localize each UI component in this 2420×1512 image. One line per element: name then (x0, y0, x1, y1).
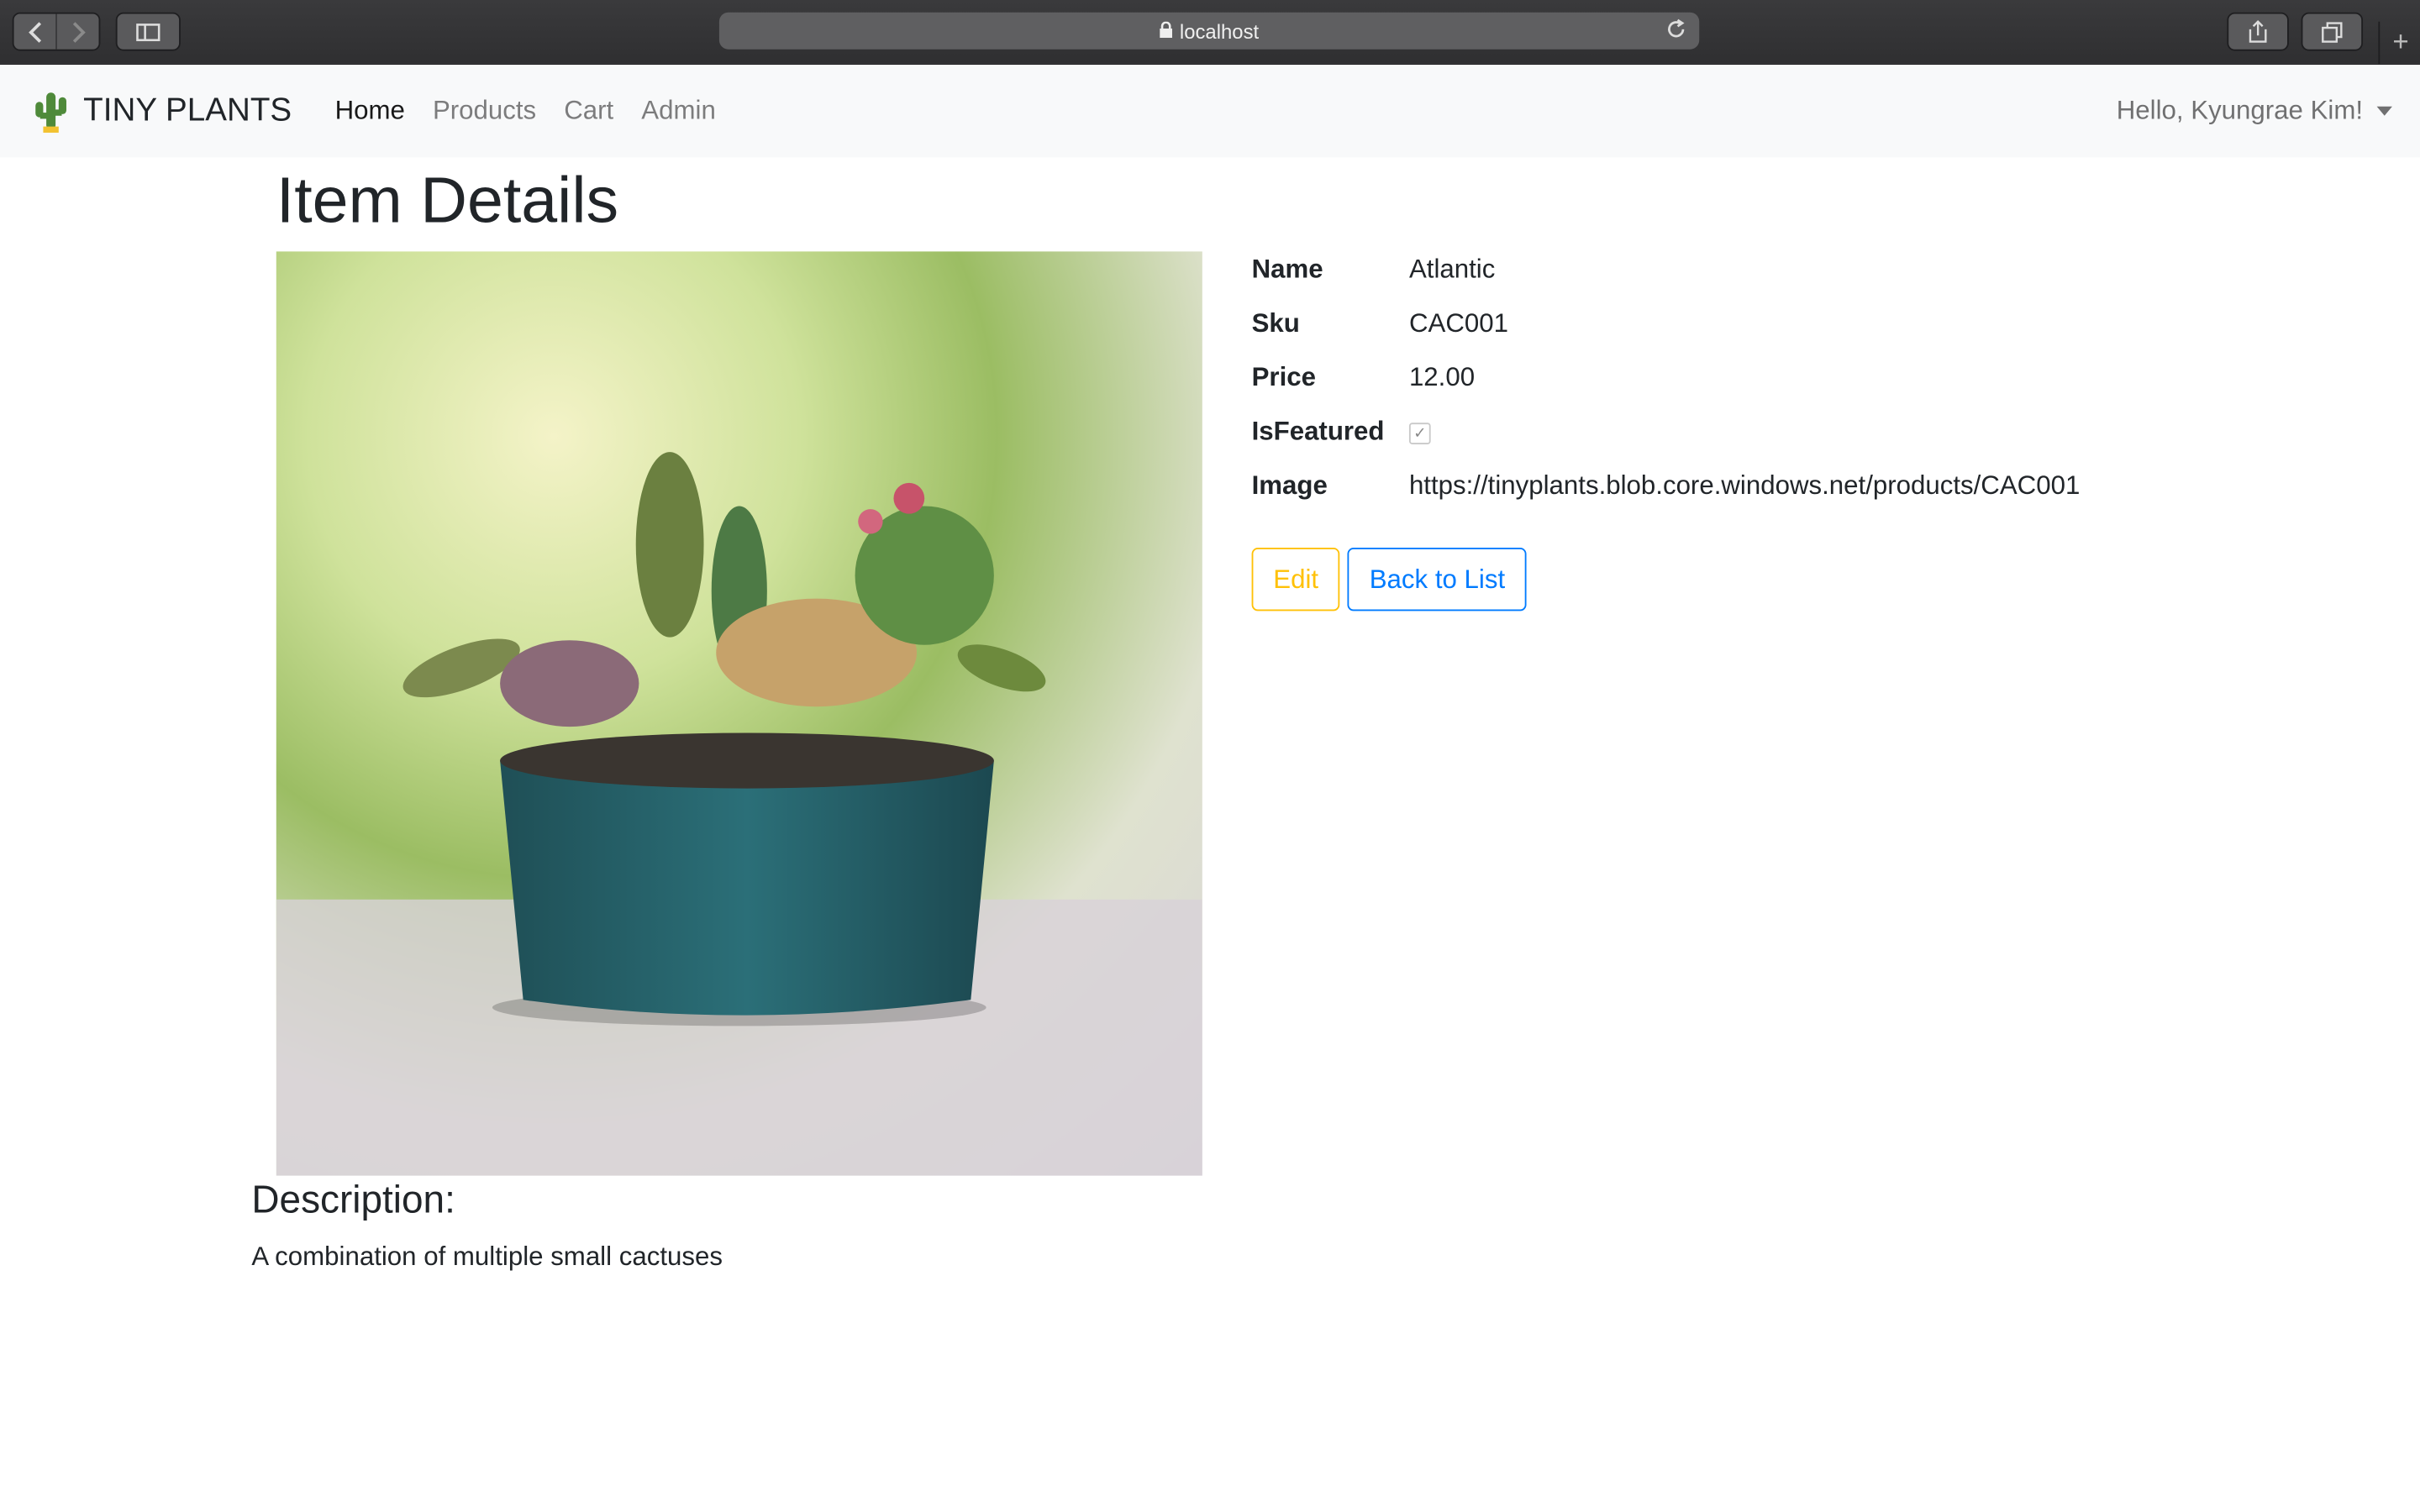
description-text: A combination of multiple small cactuses (251, 1242, 723, 1272)
product-image (276, 251, 1202, 1176)
nav-products[interactable]: Products (433, 96, 536, 127)
detail-row-sku: Sku CAC001 (1252, 308, 2081, 362)
label-sku: Sku (1251, 308, 1300, 339)
reload-icon[interactable] (1665, 18, 1687, 45)
tabs-overview-button[interactable] (2301, 12, 2364, 51)
detail-row-isfeatured: IsFeatured ✓ (1252, 417, 2081, 470)
label-image: Image (1251, 470, 1328, 501)
label-isfeatured: IsFeatured (1251, 416, 1385, 446)
value-price: 12.00 (1408, 362, 1476, 392)
app-navbar: TINY PLANTS Home Products Cart Admin Hel… (0, 65, 2420, 158)
brand[interactable]: TINY PLANTS (31, 90, 292, 133)
edit-button[interactable]: Edit (1251, 548, 1340, 612)
back-button[interactable] (13, 13, 56, 50)
value-image-url: https://tinyplants.blob.core.windows.net… (1408, 470, 2081, 501)
user-greeting: Hello, Kyungrae Kim! (2116, 95, 2364, 125)
nav-home[interactable]: Home (335, 96, 405, 127)
back-to-list-button[interactable]: Back to List (1348, 548, 1527, 612)
share-button[interactable] (2227, 12, 2289, 51)
description-heading: Description: (251, 1179, 455, 1222)
value-name: Atlantic (1408, 255, 1496, 284)
label-price: Price (1251, 362, 1316, 392)
detail-row-price: Price 12.00 (1252, 363, 2081, 417)
action-buttons: Edit Back to List (1251, 548, 1527, 612)
user-menu[interactable]: Hello, Kyungrae Kim! (2117, 96, 2392, 127)
new-tab-button[interactable]: + (2378, 21, 2420, 64)
sidebar-toggle-button[interactable] (115, 12, 181, 51)
forward-icon (71, 21, 85, 42)
brand-name: TINY PLANTS (83, 92, 292, 129)
address-text: localhost (1179, 18, 1260, 43)
tabs-icon (2322, 21, 2343, 42)
detail-row-image: Image https://tinyplants.blob.core.windo… (1252, 470, 2081, 524)
detail-row-name: Name Atlantic (1252, 255, 2081, 308)
nav-cart[interactable]: Cart (564, 96, 613, 127)
nav-admin[interactable]: Admin (641, 96, 716, 127)
value-sku: CAC001 (1408, 308, 1508, 339)
new-tab-icon: + (2392, 26, 2409, 57)
details-list: Name Atlantic Sku CAC001 Price 12.00 IsF… (1252, 255, 2081, 524)
forward-button[interactable] (55, 13, 99, 50)
sidebar-icon (136, 23, 160, 41)
cactus-icon (35, 92, 66, 133)
label-name: Name (1251, 255, 1323, 284)
history-buttons (12, 12, 101, 51)
lock-icon (1160, 19, 1174, 43)
share-icon (2249, 20, 2267, 43)
isfeatured-checkbox: ✓ (1408, 423, 1431, 444)
nav-menu: Home Products Cart Admin (335, 96, 744, 127)
browser-toolbar: localhost + (0, 0, 2420, 66)
chevron-down-icon (2376, 106, 2392, 116)
back-icon (28, 21, 41, 42)
page-title: Item Details (276, 163, 619, 237)
address-bar[interactable]: localhost (718, 12, 1700, 50)
